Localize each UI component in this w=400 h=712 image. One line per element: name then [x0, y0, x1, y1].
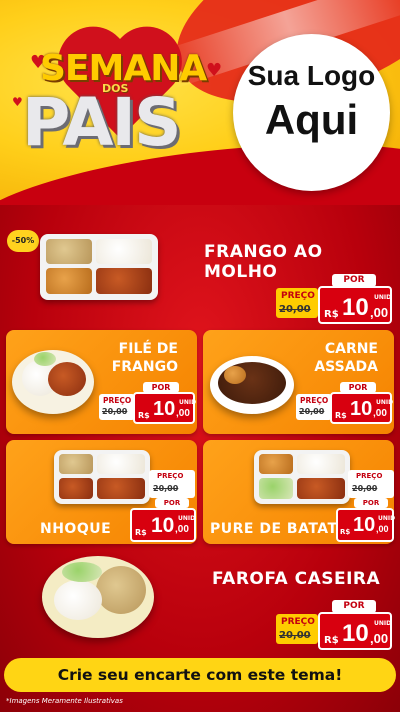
food-portion: [96, 239, 152, 264]
price-box: R$ 10 ,00 UNID: [133, 392, 197, 424]
preco-label: PREÇO: [356, 472, 383, 480]
price-tag: POR PREÇO 20,00 R$ 10 ,00 UNID: [99, 382, 197, 424]
price-cents: ,00: [376, 524, 389, 534]
price-cents: ,00: [370, 631, 389, 646]
price-cents: ,00: [373, 408, 387, 419]
food-portion: [48, 362, 86, 396]
food-portion: [259, 454, 293, 474]
price-cents: ,00: [370, 305, 389, 320]
price-value: 10: [342, 620, 369, 647]
preco-label: PREÇO: [281, 617, 315, 627]
product-image-carne-assada: [210, 356, 294, 414]
product-image-nhoque: [54, 450, 150, 504]
disclaimer-text: *Imagens Meramente Ilustrativas: [6, 697, 123, 705]
price-box: R$ 10 ,00 UNID: [318, 612, 392, 650]
header-banner: ♥ ♥ ♥ SEMANA DOS PAIS Sua Logo Aqui: [0, 0, 400, 205]
product-name: CARNE ASSADA: [296, 340, 378, 376]
food-portion: [97, 478, 145, 499]
food-portion: [224, 366, 246, 384]
price-value: 10: [342, 294, 369, 321]
product-name: NHOQUE: [40, 521, 112, 537]
old-price: 20,00: [153, 484, 179, 493]
price-cents: ,00: [176, 408, 190, 419]
product-image-frango-ao-molho: [40, 234, 158, 300]
food-portion: [59, 454, 93, 474]
food-portion: [96, 566, 146, 614]
currency-label: R$: [324, 309, 339, 320]
currency-label: R$: [335, 411, 347, 420]
food-portion: [46, 239, 92, 264]
old-price: 20,00: [299, 407, 325, 416]
preco-label: PREÇO: [103, 396, 132, 405]
product-name-line: FRANGO: [111, 359, 178, 375]
old-price: 20,00: [279, 630, 311, 641]
price-box: R$ 10 ,00 UNID: [336, 508, 396, 542]
price-value: 10: [151, 514, 175, 537]
product-image-pure-de-batata: [254, 450, 350, 504]
price-cents: ,00: [175, 524, 189, 535]
product-name-line: FILÉ DE: [118, 341, 178, 357]
campaign-title-pais: PAIS: [22, 84, 181, 161]
unit-label: UNID: [178, 515, 196, 522]
price-tag: POR PREÇO 20,00 R$ 10 ,00 UNID: [296, 382, 394, 424]
unit-label: UNID: [374, 294, 392, 301]
preco-label: PREÇO: [157, 472, 184, 480]
food-portion: [54, 580, 102, 620]
price-value: 10: [153, 398, 176, 420]
food-portion: [96, 268, 152, 294]
por-label: POR: [354, 498, 388, 508]
food-portion: [97, 454, 145, 474]
old-price: 20,00: [102, 407, 128, 416]
discount-badge: -50%: [7, 230, 39, 252]
small-heart-icon: ♥: [206, 60, 223, 81]
unit-label: UNID: [376, 399, 394, 406]
price-tag: R$ 10 ,00 UNID: [130, 508, 196, 542]
logo-placeholder-text: Sua Logo: [247, 60, 376, 91]
price-tag: POR PREÇO 20,00 R$ 10 ,00 UNID: [276, 274, 392, 324]
product-image-file-de-frango: [12, 350, 94, 414]
product-name: PURE DE BATATA: [210, 521, 348, 537]
unit-label: UNID: [179, 399, 197, 406]
unit-label: UNID: [374, 620, 392, 627]
food-portion: [62, 562, 102, 582]
food-portion: [259, 478, 293, 499]
food-portion: [59, 478, 93, 499]
food-portion: [297, 478, 345, 499]
food-portion: [34, 352, 56, 366]
old-price: 20,00: [352, 484, 378, 493]
food-portion: [46, 268, 92, 294]
unit-label: UNID: [378, 515, 396, 522]
price-box: R$ 10 ,00 UNID: [318, 286, 392, 324]
preco-label: PREÇO: [281, 291, 315, 301]
price-value: 10: [350, 398, 373, 420]
product-image-farofa-caseira: [42, 556, 154, 638]
logo-placeholder-text: Aqui: [264, 96, 359, 143]
por-label: POR: [155, 498, 189, 508]
currency-label: R$: [324, 635, 339, 646]
product-name-line: CARNE: [324, 341, 378, 357]
cta-banner: Crie seu encarte com este tema!: [4, 658, 396, 692]
product-name: FILÉ DE FRANGO: [96, 340, 178, 376]
currency-label: R$: [138, 411, 150, 420]
preco-label: PREÇO: [300, 396, 329, 405]
currency-label: R$: [340, 528, 351, 536]
price-tag: R$ 10 ,00 UNID: [336, 508, 396, 542]
product-name-line: ASSADA: [314, 359, 378, 375]
currency-label: R$: [135, 528, 147, 537]
price-box: R$ 10 ,00 UNID: [330, 392, 394, 424]
price-box: R$ 10 ,00 UNID: [130, 508, 196, 542]
price-value: 10: [353, 514, 376, 536]
food-portion: [297, 454, 345, 474]
price-tag: POR PREÇO 20,00 R$ 10 ,00 UNID: [276, 600, 392, 650]
product-name: FAROFA CASEIRA: [212, 569, 381, 589]
old-price: 20,00: [279, 304, 311, 315]
